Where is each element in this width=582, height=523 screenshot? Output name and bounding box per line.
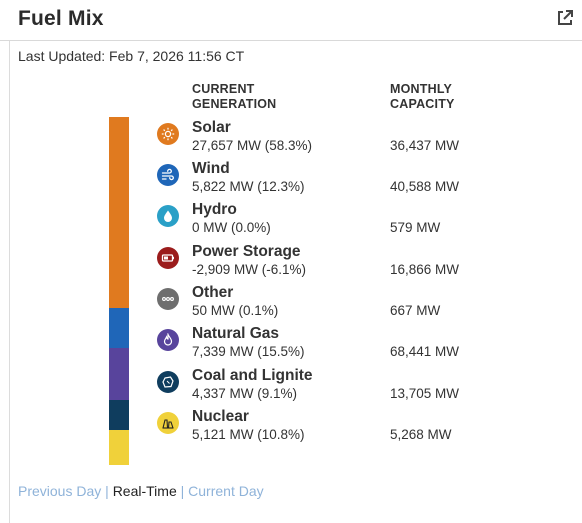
fuel-row-power-storage[interactable]: Power Storage -2,909 MW (-6.1%) 16,866 M… — [157, 243, 487, 284]
fuel-generation: -2,909 MW (-6.1%) — [192, 262, 307, 277]
fuel-name: Solar — [192, 119, 231, 136]
time-range-nav: Previous Day | Real-Time | Current Day — [18, 483, 264, 499]
nav-separator: | — [180, 483, 185, 499]
wind-icon — [157, 164, 179, 186]
nav-separator: | — [105, 483, 109, 499]
fuel-generation: 27,657 MW (58.3%) — [192, 138, 313, 153]
nuclear-icon — [157, 412, 179, 434]
fuel-row-hydro[interactable]: Hydro 0 MW (0.0%) 579 MW — [157, 201, 487, 242]
fuel-mix-stacked-bar — [109, 117, 129, 465]
fuel-name: Other — [192, 284, 234, 301]
fuel-name: Coal and Lignite — [192, 367, 313, 384]
fuel-generation: 5,121 MW (10.8%) — [192, 427, 305, 442]
bar-segment-solar — [109, 117, 129, 308]
fuel-capacity: 13,705 MW — [390, 386, 460, 401]
fuel-generation: 5,822 MW (12.3%) — [192, 179, 305, 194]
fuel-name: Power Storage — [192, 243, 301, 260]
fuel-capacity: 667 MW — [390, 303, 441, 318]
panel-title: Fuel Mix — [18, 7, 104, 30]
bar-segment-wind — [109, 308, 129, 348]
fuel-generation: 50 MW (0.1%) — [192, 303, 279, 318]
previous-day-link[interactable]: Previous Day — [18, 483, 101, 499]
fuel-row-coal-and-lignite[interactable]: Coal and Lignite 4,337 MW (9.1%) 13,705 … — [157, 367, 487, 408]
panel-border — [9, 41, 10, 523]
external-link-icon[interactable] — [556, 9, 574, 27]
fuel-capacity: 68,441 MW — [390, 344, 460, 359]
fuel-capacity: 36,437 MW — [390, 138, 460, 153]
fuel-generation: 0 MW (0.0%) — [192, 220, 271, 235]
fuel-generation: 7,339 MW (15.5%) — [192, 344, 305, 359]
monthly-capacity-header: MONTHLY CAPACITY — [390, 82, 455, 111]
fuel-name: Natural Gas — [192, 325, 280, 342]
fuel-generation: 4,337 MW (9.1%) — [192, 386, 298, 401]
coal-icon — [157, 371, 179, 393]
fuel-capacity: 579 MW — [390, 220, 441, 235]
fuel-row-nuclear[interactable]: Nuclear 5,121 MW (10.8%) 5,268 MW — [157, 408, 487, 449]
fuel-name: Nuclear — [192, 408, 249, 425]
water-drop-icon — [157, 205, 179, 227]
fuel-row-natural-gas[interactable]: Natural Gas 7,339 MW (15.5%) 68,441 MW — [157, 325, 487, 366]
bar-segment-natural-gas — [109, 348, 129, 400]
fuel-row-wind[interactable]: Wind 5,822 MW (12.3%) 40,588 MW — [157, 160, 487, 201]
current-day-link[interactable]: Current Day — [188, 483, 263, 499]
fuel-row-solar[interactable]: Solar 27,657 MW (58.3%) 36,437 MW — [157, 119, 487, 160]
last-updated-text: Last Updated: Feb 7, 2026 11:56 CT — [18, 48, 245, 64]
bar-segment-nuclear — [109, 430, 129, 465]
bar-segment-coal-and-lignite — [109, 400, 129, 430]
panel-header: Fuel Mix — [0, 0, 582, 41]
fuel-capacity: 16,866 MW — [390, 262, 460, 277]
fuel-name: Wind — [192, 160, 230, 177]
sun-icon — [157, 123, 179, 145]
fuel-capacity: 5,268 MW — [390, 427, 452, 442]
real-time-link[interactable]: Real-Time — [113, 483, 177, 499]
fuel-mix-panel: Fuel Mix Last Updated: Feb 7, 2026 11:56… — [0, 0, 582, 523]
fuel-name: Hydro — [192, 201, 237, 218]
dots-icon — [157, 288, 179, 310]
flame-icon — [157, 329, 179, 351]
fuel-row-other[interactable]: Other 50 MW (0.1%) 667 MW — [157, 284, 487, 325]
battery-icon — [157, 247, 179, 269]
fuel-capacity: 40,588 MW — [390, 179, 460, 194]
current-generation-header: CURRENT GENERATION — [192, 82, 277, 111]
